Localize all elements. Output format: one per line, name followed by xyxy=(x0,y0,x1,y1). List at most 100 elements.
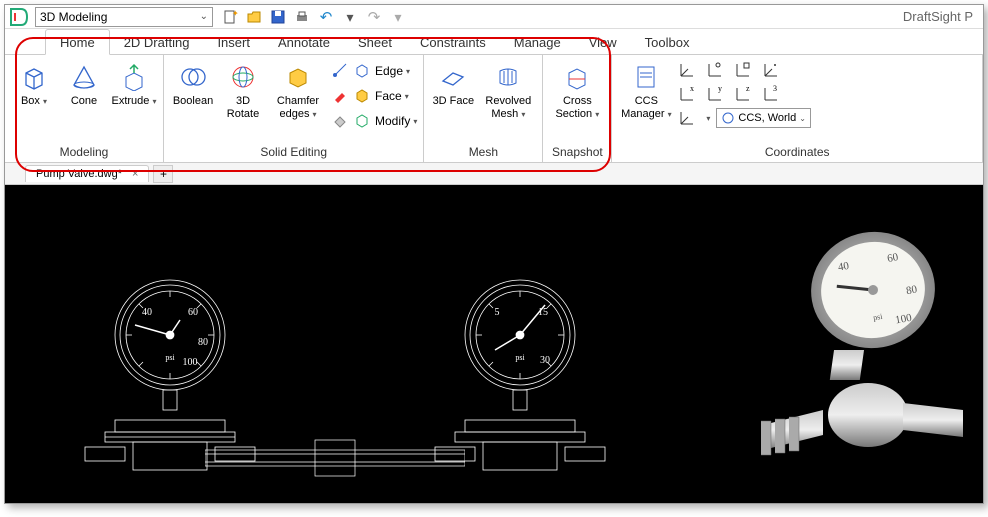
line-icon xyxy=(332,62,350,80)
globe-icon xyxy=(721,111,735,125)
tab-constraints[interactable]: Constraints xyxy=(406,30,500,54)
group-title-solid-editing: Solid Editing xyxy=(170,143,417,162)
ccs-icon-1[interactable] xyxy=(678,59,700,81)
cone-button[interactable]: Cone xyxy=(61,59,107,110)
chamfer-edges-button[interactable]: Chamferedges ▾ xyxy=(270,59,326,123)
ccs-icon-world[interactable] xyxy=(678,107,700,129)
svg-text:5: 5 xyxy=(495,307,500,318)
ccs-manager-button[interactable]: CCSManager ▾ xyxy=(618,59,674,123)
svg-text:x: x xyxy=(690,84,694,93)
paint-row-icon[interactable] xyxy=(332,84,350,108)
boolean-button[interactable]: Boolean xyxy=(170,59,216,110)
draw-row-icon[interactable] xyxy=(332,59,350,83)
workspace-dropdown[interactable]: 3D Modeling ⌄ xyxy=(35,7,213,27)
rotate-3d-icon xyxy=(227,61,259,93)
brush-icon xyxy=(332,87,350,105)
app-title: DraftSight P xyxy=(903,9,979,24)
print-icon[interactable] xyxy=(293,8,311,26)
edge-button[interactable]: Edge ▾ xyxy=(354,59,417,83)
viewport-shaded[interactable]: 40 60 80 100 psi xyxy=(713,185,983,503)
group-modeling: Box ▾ Cone Extrude ▾ Modeling xyxy=(5,55,164,162)
open-file-icon[interactable] xyxy=(245,8,263,26)
chevron-down-icon: ▾ xyxy=(668,110,672,119)
chevron-down-icon: ▾ xyxy=(43,97,47,106)
ccs-icon-x[interactable]: x xyxy=(678,83,700,105)
tab-toolbox[interactable]: Toolbox xyxy=(631,30,704,54)
svg-text:100: 100 xyxy=(183,357,198,368)
extrude-button[interactable]: Extrude ▾ xyxy=(111,59,157,110)
group-title-modeling: Modeling xyxy=(11,143,157,162)
chevron-down-icon: ▾ xyxy=(521,110,525,119)
svg-text:15: 15 xyxy=(538,307,548,318)
redo-icon[interactable]: ↷ xyxy=(365,8,383,26)
ccs-icon-2[interactable] xyxy=(706,59,728,81)
undo-icon[interactable]: ↶ xyxy=(317,8,335,26)
svg-text:3: 3 xyxy=(773,84,777,93)
face-button[interactable]: Face ▾ xyxy=(354,84,417,108)
document-tab-label: Pump Valve.dwg* xyxy=(36,168,122,180)
tab-sheet[interactable]: Sheet xyxy=(344,30,406,54)
chevron-down-icon[interactable]: ▾ xyxy=(706,114,710,123)
chevron-down-icon: ▾ xyxy=(406,67,410,76)
group-solid-editing: Boolean 3D Rotate Chamferedges ▾ xyxy=(164,55,424,162)
undo-dropdown-icon[interactable]: ▾ xyxy=(341,8,359,26)
erase-row-icon[interactable] xyxy=(332,109,350,133)
quick-access-toolbar: 3D Modeling ⌄ ✦ ↶ ▾ ↷ ▾ DraftSight P xyxy=(5,5,983,29)
tab-manage[interactable]: Manage xyxy=(500,30,575,54)
ccs-icon-y[interactable]: y xyxy=(706,83,728,105)
viewport-area: 40 60 80 100 psi xyxy=(5,185,983,503)
svg-text:80: 80 xyxy=(198,337,208,348)
chevron-down-icon: ▾ xyxy=(405,92,409,101)
group-snapshot: CrossSection ▾ Snapshot xyxy=(543,55,612,162)
cone-icon xyxy=(68,61,100,93)
svg-text:z: z xyxy=(746,84,750,93)
svg-text:30: 30 xyxy=(540,355,550,366)
pipe-wireframe xyxy=(205,430,465,490)
ribbon-tab-bar: Home 2D Drafting Insert Annotate Sheet C… xyxy=(5,29,983,55)
ccs-icon-z[interactable]: z xyxy=(734,83,756,105)
3d-rotate-button[interactable]: 3D Rotate xyxy=(220,59,266,123)
svg-text:psi: psi xyxy=(515,353,525,362)
document-tab-bar: Pump Valve.dwg* × + xyxy=(5,163,983,185)
ccs-icon-3pt[interactable]: 3 xyxy=(762,83,784,105)
group-title-mesh: Mesh xyxy=(430,143,536,162)
document-tab[interactable]: Pump Valve.dwg* × xyxy=(25,165,149,182)
gauge-shaded: 40 60 80 100 psi xyxy=(723,215,973,485)
new-file-icon[interactable]: ✦ xyxy=(221,8,239,26)
ccs-selector[interactable]: CCS, World ⌄ xyxy=(716,108,811,128)
chevron-down-icon: ⌄ xyxy=(200,11,208,22)
cross-section-icon xyxy=(561,61,593,93)
revolved-mesh-button[interactable]: RevolvedMesh ▾ xyxy=(480,59,536,123)
close-icon[interactable]: × xyxy=(132,168,138,180)
ccs-manager-icon xyxy=(630,61,662,93)
chevron-down-icon: ⌄ xyxy=(799,114,806,123)
group-title-snapshot: Snapshot xyxy=(549,143,605,162)
modify-button[interactable]: Modify ▾ xyxy=(354,109,417,133)
redo-dropdown-icon[interactable]: ▾ xyxy=(389,8,407,26)
svg-text:psi: psi xyxy=(165,353,175,362)
add-tab-button[interactable]: + xyxy=(153,165,173,183)
cross-section-button[interactable]: CrossSection ▾ xyxy=(549,59,605,123)
boolean-icon xyxy=(177,61,209,93)
workspace-selected: 3D Modeling xyxy=(40,10,107,24)
tab-home[interactable]: Home xyxy=(45,29,110,55)
revolved-mesh-icon xyxy=(492,61,524,93)
tab-annotate[interactable]: Annotate xyxy=(264,30,344,54)
save-icon[interactable] xyxy=(269,8,287,26)
tab-insert[interactable]: Insert xyxy=(203,30,264,54)
ccs-icon-4[interactable] xyxy=(762,59,784,81)
face-icon xyxy=(354,87,372,105)
tab-view[interactable]: View xyxy=(575,30,631,54)
chevron-down-icon: ▾ xyxy=(313,110,317,119)
svg-text:✦: ✦ xyxy=(232,9,238,18)
viewport-wireframe[interactable]: 40 60 80 100 psi xyxy=(5,185,705,503)
3d-face-icon xyxy=(437,61,469,93)
ccs-icon-3[interactable] xyxy=(734,59,756,81)
extrude-icon xyxy=(118,61,150,93)
group-title-coordinates: Coordinates xyxy=(618,143,976,162)
tab-2d-drafting[interactable]: 2D Drafting xyxy=(110,30,204,54)
3d-face-button[interactable]: 3D Face xyxy=(430,59,476,110)
group-coordinates: CCSManager ▾ x y z 3 xyxy=(612,55,983,162)
chevron-down-icon: ▾ xyxy=(413,117,417,126)
box-button[interactable]: Box ▾ xyxy=(11,59,57,110)
